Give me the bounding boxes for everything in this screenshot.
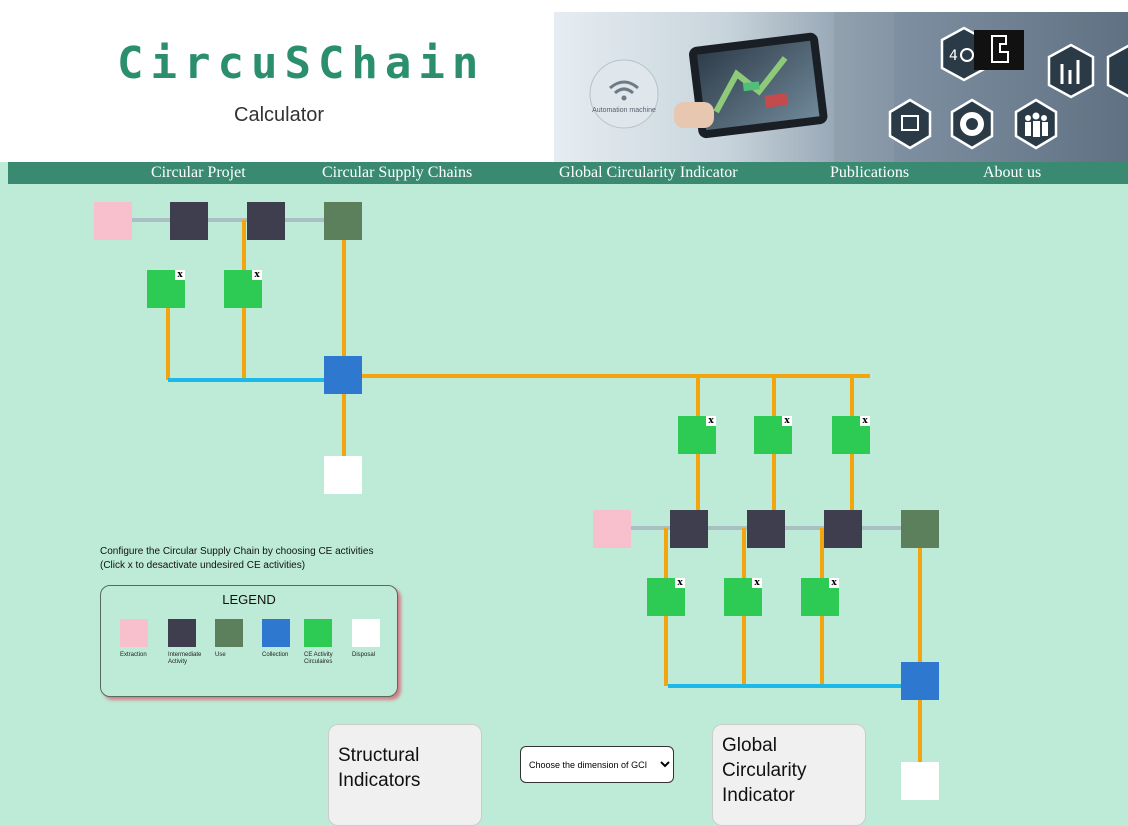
disposal-node bbox=[324, 456, 362, 494]
intermediate-activity-node bbox=[247, 202, 285, 240]
ce-activity-node[interactable]: x bbox=[801, 578, 839, 616]
global-circularity-line-2: Circularity bbox=[722, 760, 807, 781]
deactivate-x-button[interactable]: x bbox=[752, 578, 762, 588]
configuration-instructions: Configure the Circular Supply Chain by c… bbox=[100, 545, 400, 573]
deactivate-x-button[interactable]: x bbox=[252, 270, 262, 280]
legend-label-collection: Collection bbox=[262, 652, 289, 658]
ce-activity-node[interactable]: x bbox=[678, 416, 716, 454]
deactivate-x-button[interactable]: x bbox=[675, 578, 685, 588]
collection-node bbox=[901, 662, 939, 700]
ce-activity-node[interactable]: x bbox=[224, 270, 262, 308]
deactivate-x-button[interactable]: x bbox=[829, 578, 839, 588]
extraction-node bbox=[593, 510, 631, 548]
ce-activity-node[interactable]: x bbox=[724, 578, 762, 616]
deactivate-x-button[interactable]: x bbox=[706, 416, 716, 426]
intermediate-activity-node bbox=[824, 510, 862, 548]
legend-label-ce-activity: CE Activity Circulaires bbox=[304, 652, 333, 665]
intermediate-activity-node bbox=[747, 510, 785, 548]
structural-indicators-line-2: Indicators bbox=[338, 770, 421, 791]
intermediate-activity-node bbox=[170, 202, 208, 240]
collection-node bbox=[324, 356, 362, 394]
legend-title: LEGEND bbox=[222, 592, 276, 607]
deactivate-x-button[interactable]: x bbox=[175, 270, 185, 280]
deactivate-x-button[interactable]: x bbox=[782, 416, 792, 426]
legend-swatch-disposal bbox=[352, 619, 380, 647]
ce-activity-node[interactable]: x bbox=[647, 578, 685, 616]
deactivate-x-button[interactable]: x bbox=[860, 416, 870, 426]
ce-activity-node[interactable]: x bbox=[147, 270, 185, 308]
legend-label-disposal: Disposal bbox=[352, 652, 376, 658]
legend-swatch-extraction bbox=[120, 619, 148, 647]
use-node bbox=[901, 510, 939, 548]
intermediate-activity-node bbox=[670, 510, 708, 548]
extraction-node bbox=[94, 202, 132, 240]
legend-swatch-collection bbox=[262, 619, 290, 647]
disposal-node bbox=[901, 762, 939, 800]
ce-activity-node[interactable]: x bbox=[832, 416, 870, 454]
legend-swatch-ce-activity bbox=[304, 619, 332, 647]
instruction-line-2: (Click x to desactivate undesired CE act… bbox=[100, 560, 306, 571]
legend-label-extraction: Extraction bbox=[120, 652, 147, 658]
structural-indicators-line-1: Structural bbox=[338, 745, 420, 766]
legend-label-intermediate: Intermediate Activity bbox=[168, 652, 202, 665]
legend-swatch-use bbox=[215, 619, 243, 647]
ce-activity-node[interactable]: x bbox=[754, 416, 792, 454]
legend-swatch-intermediate bbox=[168, 619, 196, 647]
global-circularity-line-3: Indicator bbox=[722, 785, 795, 806]
legend-box: LEGEND Extraction Intermediate Activity … bbox=[100, 585, 398, 697]
structural-indicators-card[interactable]: Structural Indicators bbox=[328, 724, 482, 826]
legend-label-use: Use bbox=[215, 652, 226, 658]
instruction-line-1: Configure the Circular Supply Chain by c… bbox=[100, 546, 374, 557]
use-node bbox=[324, 202, 362, 240]
gci-dimension-select[interactable]: Choose the dimension of GCI bbox=[520, 746, 674, 783]
global-circularity-indicator-card[interactable]: Global Circularity Indicator bbox=[712, 724, 866, 826]
global-circularity-line-1: Global bbox=[722, 735, 777, 756]
